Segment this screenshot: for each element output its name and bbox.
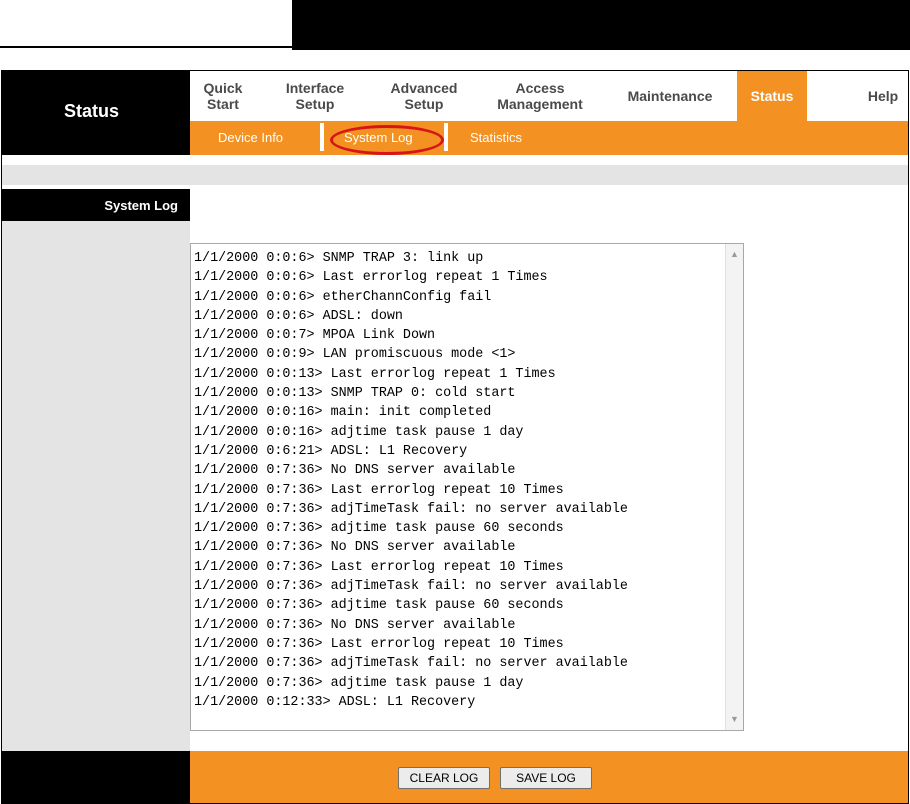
save-log-button[interactable]: SAVE LOG: [500, 767, 592, 789]
log-line: 1/1/2000 0:7:36> Last errorlog repeat 10…: [194, 559, 564, 575]
nav-label-line2: Setup: [295, 96, 335, 112]
log-line: 1/1/2000 0:7:36> adjTimeTask fail: no se…: [194, 656, 628, 672]
top-header-left: [0, 0, 292, 48]
log-line: 1/1/2000 0:0:13> Last errorlog repeat 1 …: [194, 366, 556, 382]
section-label-panel: System Log: [2, 189, 190, 221]
nav-label: Status: [750, 88, 794, 104]
nav-label: Help: [867, 88, 899, 104]
log-line: 1/1/2000 0:7:36> No DNS server available: [194, 617, 516, 633]
nav-label-line2: Management: [497, 96, 583, 112]
nav-advanced-setup[interactable]: Advanced Setup: [374, 71, 474, 121]
log-line: 1/1/2000 0:0:7> MPOA Link Down: [194, 328, 436, 344]
nav-access-management[interactable]: Access Management: [484, 71, 596, 121]
log-line: 1/1/2000 0:0:6> etherChannConfig fail: [194, 289, 492, 305]
subnav-separator: [444, 123, 448, 151]
system-log-textarea[interactable]: 1/1/2000 0:0:6> SNMP TRAP 3: link up 1/1/…: [190, 243, 744, 731]
router-status-frame: Status Quick Start Interface Setup Advan…: [1, 70, 909, 804]
log-line: 1/1/2000 0:7:36> No DNS server available: [194, 540, 516, 556]
nav-label: Maintenance: [627, 88, 713, 104]
nav-label-line1: Quick: [203, 80, 243, 96]
clear-log-button[interactable]: CLEAR LOG: [398, 767, 490, 789]
nav-maintenance[interactable]: Maintenance: [612, 71, 728, 121]
subnav-statistics[interactable]: Statistics: [470, 130, 522, 145]
log-line: 1/1/2000 0:12:33> ADSL: L1 Recovery: [194, 694, 476, 710]
log-line: 1/1/2000 0:6:21> ADSL: L1 Recovery: [194, 443, 468, 459]
log-line: 1/1/2000 0:7:36> adjtime task pause 60 s…: [194, 598, 564, 614]
log-line: 1/1/2000 0:7:36> adjTimeTask fail: no se…: [194, 579, 628, 595]
log-line: 1/1/2000 0:7:36> adjtime task pause 60 s…: [194, 521, 564, 537]
subnav-device-info[interactable]: Device Info: [218, 130, 283, 145]
nav-label-line1: Access: [515, 80, 565, 96]
nav-label-line1: Interface: [285, 80, 345, 96]
scroll-down-arrow-icon[interactable]: ▼: [726, 711, 743, 728]
log-line: 1/1/2000 0:0:9> LAN promiscuous mode <1>: [194, 347, 516, 363]
nav-quick-start[interactable]: Quick Start: [196, 71, 250, 121]
section-label: System Log: [104, 198, 178, 213]
log-line: 1/1/2000 0:0:16> main: init completed: [194, 405, 492, 421]
log-scrollbar[interactable]: ▲ ▼: [725, 244, 743, 730]
page-title: Status: [64, 101, 120, 121]
log-line: 1/1/2000 0:7:36> Last errorlog repeat 10…: [194, 482, 564, 498]
top-header-bar: [292, 0, 910, 50]
log-line: 1/1/2000 0:0:16> adjtime task pause 1 da…: [194, 424, 524, 440]
nav-interface-setup[interactable]: Interface Setup: [278, 71, 352, 121]
nav-help[interactable]: Help: [858, 71, 908, 121]
content-top-bar: [2, 165, 908, 185]
subnav-separator: [320, 123, 324, 151]
nav-status[interactable]: Status: [737, 71, 807, 121]
system-log-content: 1/1/2000 0:0:6> SNMP TRAP 3: link up 1/1/…: [194, 249, 722, 712]
main-nav: Quick Start Interface Setup Advanced Set…: [190, 71, 908, 121]
left-column: [2, 221, 190, 751]
nav-label-line2: Setup: [404, 96, 444, 112]
footer-left-panel: [2, 751, 190, 803]
nav-label-line1: Advanced: [390, 80, 458, 96]
log-line: 1/1/2000 0:7:36> No DNS server available: [194, 463, 516, 479]
log-line: 1/1/2000 0:0:6> Last errorlog repeat 1 T…: [194, 270, 548, 286]
log-line: 1/1/2000 0:0:6> ADSL: down: [194, 308, 403, 324]
log-line: 1/1/2000 0:0:6> SNMP TRAP 3: link up: [194, 251, 484, 266]
log-line: 1/1/2000 0:7:36> adjtime task pause 1 da…: [194, 675, 524, 691]
scroll-up-arrow-icon[interactable]: ▲: [726, 246, 743, 263]
nav-label-line2: Start: [207, 96, 239, 112]
sub-nav: Device Info System Log Statistics: [190, 121, 908, 155]
log-line: 1/1/2000 0:7:36> Last errorlog repeat 10…: [194, 636, 564, 652]
footer-button-bar: CLEAR LOG SAVE LOG: [190, 751, 908, 803]
log-line: 1/1/2000 0:0:13> SNMP TRAP 0: cold start: [194, 386, 516, 402]
page-title-panel: Status: [2, 71, 190, 155]
log-line: 1/1/2000 0:7:36> adjTimeTask fail: no se…: [194, 501, 628, 517]
subnav-highlight-ring: [330, 125, 444, 155]
